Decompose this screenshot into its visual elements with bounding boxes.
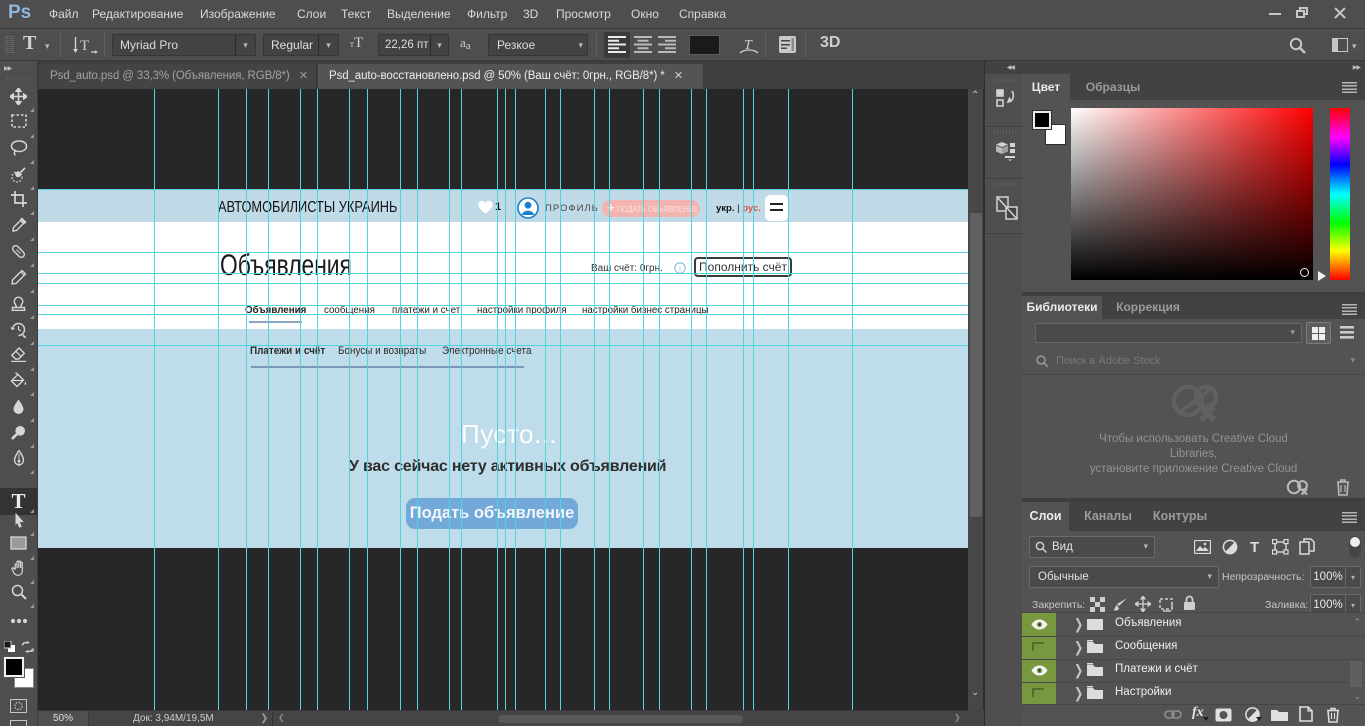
svg-text:T: T [744, 38, 753, 53]
svg-text:T: T [80, 38, 89, 54]
svg-text:i: i [679, 264, 682, 273]
